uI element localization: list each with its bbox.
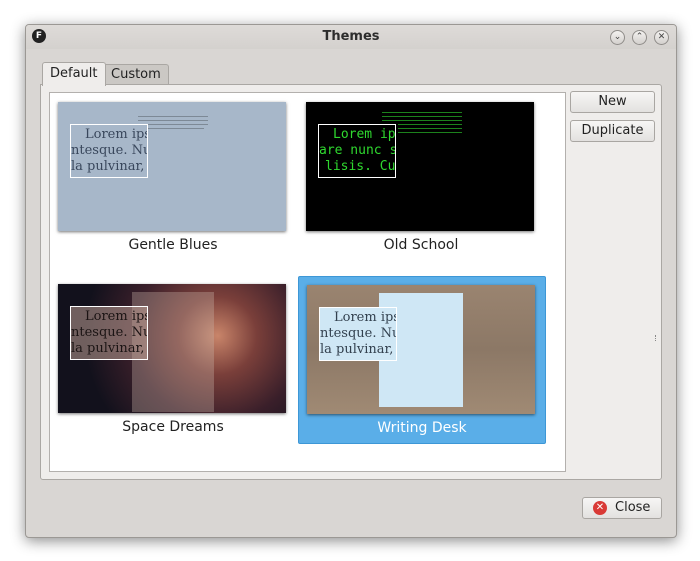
theme-name: Old School	[383, 237, 459, 253]
theme-card-writing-desk[interactable]: Lorem ipsu ntesque. Nulla la pulvinar, V…	[298, 276, 546, 444]
theme-name: Gentle Blues	[128, 237, 218, 253]
theme-preview-space-dreams: Lorem ipsu ntesque. Nulla la pulvinar, V	[58, 284, 286, 413]
theme-preview-gentle-blues: Lorem ipsu ntesque. Nulla la pulvinar, V	[58, 102, 286, 231]
close-button-label: Close	[615, 500, 651, 515]
theme-text-sample: Lorem ipsu ntesque. Nulla la pulvinar, V	[319, 307, 397, 361]
minimize-button[interactable]: ⌄	[610, 30, 625, 45]
theme-text-sample: Lorem ip are nunc s lisis. Cu	[318, 124, 396, 178]
close-window-button[interactable]: ✕	[654, 30, 669, 45]
tab-custom[interactable]: Custom	[103, 64, 169, 85]
new-button[interactable]: New	[570, 91, 655, 113]
maximize-button[interactable]: ⌃	[632, 30, 647, 45]
resize-grip[interactable]	[655, 335, 659, 341]
theme-name: Space Dreams	[122, 419, 224, 435]
tab-panel-default: Lorem ipsu ntesque. Nulla la pulvinar, V…	[40, 84, 662, 480]
theme-preview-old-school: Lorem ip are nunc s lisis. Cu	[306, 102, 534, 231]
close-icon: ✕	[593, 501, 607, 515]
tab-default[interactable]: Default	[42, 62, 106, 86]
window-title: Themes	[322, 29, 380, 44]
theme-card-gentle-blues[interactable]: Lorem ipsu ntesque. Nulla la pulvinar, V…	[50, 94, 296, 260]
themes-dialog: F Themes ⌄ ⌃ ✕ Default Custom Lorem ipsu…	[25, 24, 677, 538]
duplicate-button[interactable]: Duplicate	[570, 120, 655, 142]
theme-card-space-dreams[interactable]: Lorem ipsu ntesque. Nulla la pulvinar, V…	[50, 276, 296, 442]
theme-text-sample: Lorem ipsu ntesque. Nulla la pulvinar, V	[70, 306, 148, 360]
theme-text-sample: Lorem ipsu ntesque. Nulla la pulvinar, V	[70, 124, 148, 178]
title-bar[interactable]: F Themes ⌄ ⌃ ✕	[26, 25, 676, 49]
theme-grid[interactable]: Lorem ipsu ntesque. Nulla la pulvinar, V…	[49, 92, 566, 472]
theme-preview-writing-desk: Lorem ipsu ntesque. Nulla la pulvinar, V	[307, 285, 535, 414]
theme-card-old-school[interactable]: Lorem ip are nunc s lisis. Cu Old School	[298, 94, 544, 260]
close-button[interactable]: ✕ Close	[582, 497, 662, 519]
theme-name: Writing Desk	[377, 420, 467, 436]
